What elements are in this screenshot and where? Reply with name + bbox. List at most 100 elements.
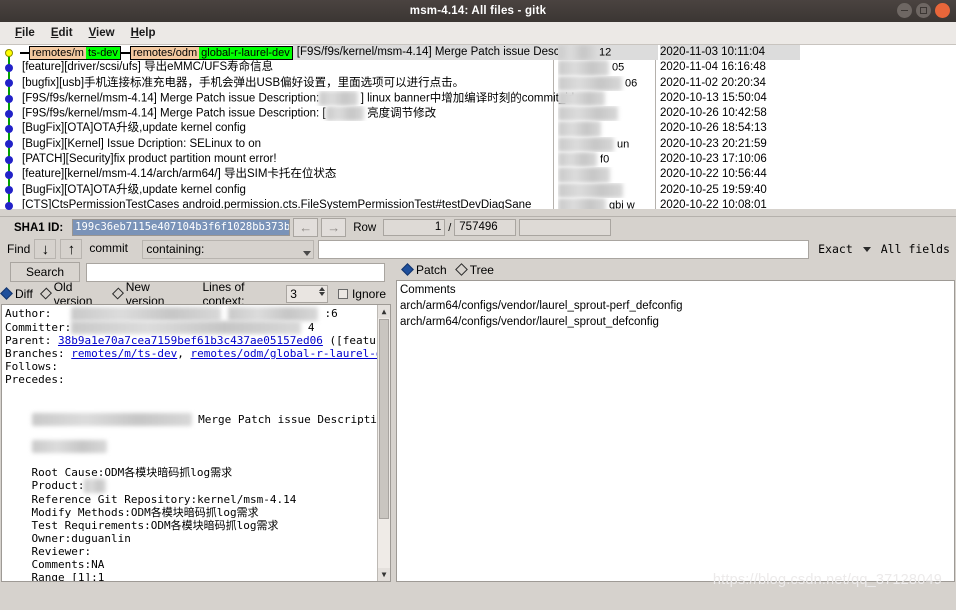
row-extra-field <box>519 219 612 236</box>
author-label: Author: <box>5 307 52 320</box>
radio-tree-icon <box>454 263 468 276</box>
menu-edit-label-rest: dit <box>58 27 73 39</box>
radio-diff[interactable]: Diff <box>0 287 38 301</box>
branches-label: Branches: <box>5 347 65 361</box>
commit-subject: [BugFix][OTA]OTA升级,update kernel config <box>22 122 246 135</box>
branch-link[interactable]: remotes/m/ts-dev <box>71 347 177 360</box>
commit-date: 2020-10-26 10:42:58 <box>660 107 767 120</box>
commit-row[interactable]: [feature][kernel/msm-4.14/arch/arm64/] 导… <box>0 167 956 183</box>
redacted-author <box>558 60 609 76</box>
menu-edit[interactable]: Edit <box>44 25 80 41</box>
commit-detail-text: Author: :6 Committer: 4 Parent: 38b9a1e7… <box>2 305 390 582</box>
menu-help-label-rest: elp <box>138 27 156 39</box>
commit-subject: [F9S/f9s/kernel/msm-4.14] Merge Patch is… <box>22 106 437 122</box>
sha1-input[interactable]: 199c36eb7115e407104b3f6f1028bb373bfe7ffa <box>72 219 291 236</box>
commit-author: 12 <box>558 45 658 61</box>
find-scope-select[interactable]: commit <box>86 240 138 259</box>
redacted-author <box>558 152 597 168</box>
commit-node-icon <box>5 201 13 210</box>
commit-date: 2020-10-26 18:54:13 <box>660 122 767 135</box>
commit-subject: [feature][kernel/msm-4.14/arch/arm64/] 导… <box>22 168 337 181</box>
follows-label: Follows: <box>5 360 58 374</box>
find-fields[interactable]: All fields <box>881 240 950 258</box>
menu-file[interactable]: File <box>8 25 42 41</box>
commit-node-icon <box>5 94 13 103</box>
redacted-text <box>319 90 358 107</box>
stepper-arrows <box>318 286 325 296</box>
commit-author: f0 <box>558 152 658 168</box>
commit-author-fragment: 12 <box>596 46 612 59</box>
radio-diff-icon <box>0 287 13 300</box>
chevron-down-icon[interactable] <box>862 246 871 252</box>
ref-tag[interactable]: remotes/m ts-dev <box>29 45 121 60</box>
commit-row[interactable]: [bugfix][usb]手机连接标准充电器，手机会弹出USB偏好设置，里面选项… <box>0 75 956 91</box>
minimize-button[interactable] <box>897 3 912 18</box>
file-list-item[interactable]: Comments <box>397 282 954 298</box>
find-prev-button[interactable]: ↑ <box>60 239 83 259</box>
commit-subject: [F9S/f9s/kernel/msm-4.14] Merge Patch is… <box>292 45 579 61</box>
commit-message-line: Test Requirements:ODM各模块暗码抓log需求 <box>31 518 279 532</box>
close-button[interactable] <box>935 3 950 18</box>
commit-graph-cell <box>0 90 18 107</box>
commit-graph-cell <box>0 106 18 122</box>
find-match-type[interactable]: Exact <box>818 240 853 258</box>
commit-row[interactable]: [BugFix][OTA]OTA升级,update kernel config … <box>0 121 956 137</box>
menu-view[interactable]: View <box>82 25 122 41</box>
commit-subject: [feature][driver/scsi/ufs] 导出eMMC/UFS寿命信… <box>22 61 274 74</box>
redacted-text <box>71 307 222 321</box>
ref-remote-label: remotes/odm <box>130 46 200 59</box>
changed-file-list[interactable]: Comments arch/arm64/configs/vendor/laurel… <box>396 280 955 582</box>
scroll-up-icon[interactable]: ▲ <box>378 305 390 318</box>
radio-old-version-icon <box>39 287 52 300</box>
commit-date: 2020-10-13 15:50:04 <box>660 91 767 104</box>
menu-help[interactable]: Help <box>124 25 163 41</box>
commit-row[interactable]: [F9S/f9s/kernel/msm-4.14] Merge Patch is… <box>0 90 956 107</box>
parent-sha-link[interactable]: 38b9a1e70a7cea7159bef61b3c437ae05157ed06 <box>58 334 323 347</box>
commit-message-line: Range [1]:1 <box>31 571 105 582</box>
chevron-down-icon <box>303 250 312 256</box>
radio-patch[interactable]: Patch <box>401 263 452 277</box>
file-list-item-label: arch/arm64/configs/vendor/laurel_sprout-… <box>400 300 683 312</box>
find-mode-select[interactable]: containing: <box>142 239 315 259</box>
commit-detail-view[interactable]: Author: :6 Committer: 4 Parent: 38b9a1e7… <box>1 304 391 582</box>
commit-row[interactable]: [PATCH][Security]fix product partition m… <box>0 152 956 168</box>
find-query-input[interactable] <box>318 239 810 259</box>
scrollbar-thumb[interactable] <box>379 319 389 519</box>
commit-date: 2020-10-22 10:56:44 <box>660 168 767 181</box>
ignore-space-checkbox[interactable]: Ignore <box>332 287 391 301</box>
commit-row[interactable]: [BugFix][Kernel] Issue Dcription: SELinu… <box>0 136 956 153</box>
file-list-item-label: arch/arm64/configs/vendor/laurel_sprout_… <box>400 316 659 328</box>
commit-detail-scrollbar[interactable]: ▲ ▼ <box>377 305 390 581</box>
commit-row[interactable]: [F9S/f9s/kernel/msm-4.14] Merge Patch is… <box>0 106 956 122</box>
commit-node-icon <box>5 140 13 149</box>
ref-tag[interactable]: remotes/odm global-r-laurel-dev <box>129 45 293 60</box>
committer-label: Committer: <box>5 320 72 334</box>
commit-list[interactable]: remotes/m ts-dev remotes/odm global-r-laure… <box>0 45 956 217</box>
scroll-down-icon[interactable]: ▼ <box>378 568 390 581</box>
arrow-down-icon: ↓ <box>41 240 50 258</box>
redacted-text <box>31 413 192 427</box>
commit-message-head: Merge Patch issue Description:ODM各模 <box>198 412 390 426</box>
radio-tree[interactable]: Tree <box>454 263 499 277</box>
commit-row[interactable]: remotes/m ts-dev remotes/odm global-r-laure… <box>0 45 956 61</box>
history-forward-button[interactable]: → <box>321 218 347 237</box>
row-total-field: 757496 <box>454 219 517 236</box>
commit-row[interactable]: [feature][driver/scsi/ufs] 导出eMMC/UFS寿命信… <box>0 60 956 76</box>
commit-row[interactable]: [BugFix][OTA]OTA升级,update kernel config … <box>0 182 956 198</box>
radio-patch-icon <box>401 263 414 276</box>
sha1-label: SHA1 ID: <box>14 221 64 234</box>
row-current-field[interactable]: 1 <box>383 219 446 236</box>
find-next-button[interactable]: ↓ <box>34 239 57 259</box>
maximize-button[interactable] <box>916 3 931 18</box>
redacted-text <box>325 106 364 122</box>
branch-link[interactable]: remotes/odm/global-r-laurel-dev <box>190 347 390 360</box>
find-mode-label: containing: <box>146 241 205 256</box>
commit-graph-cell <box>0 167 18 183</box>
file-list-item[interactable]: arch/arm64/configs/vendor/laurel_sprout_… <box>397 314 954 330</box>
history-back-button[interactable]: ← <box>293 218 319 237</box>
commit-node-icon <box>5 48 13 57</box>
radio-new-version-icon <box>111 287 124 300</box>
redacted-author <box>558 45 596 61</box>
file-list-item[interactable]: arch/arm64/configs/vendor/laurel_sprout-… <box>397 298 954 314</box>
lines-of-context-stepper[interactable]: 3 <box>286 284 328 303</box>
